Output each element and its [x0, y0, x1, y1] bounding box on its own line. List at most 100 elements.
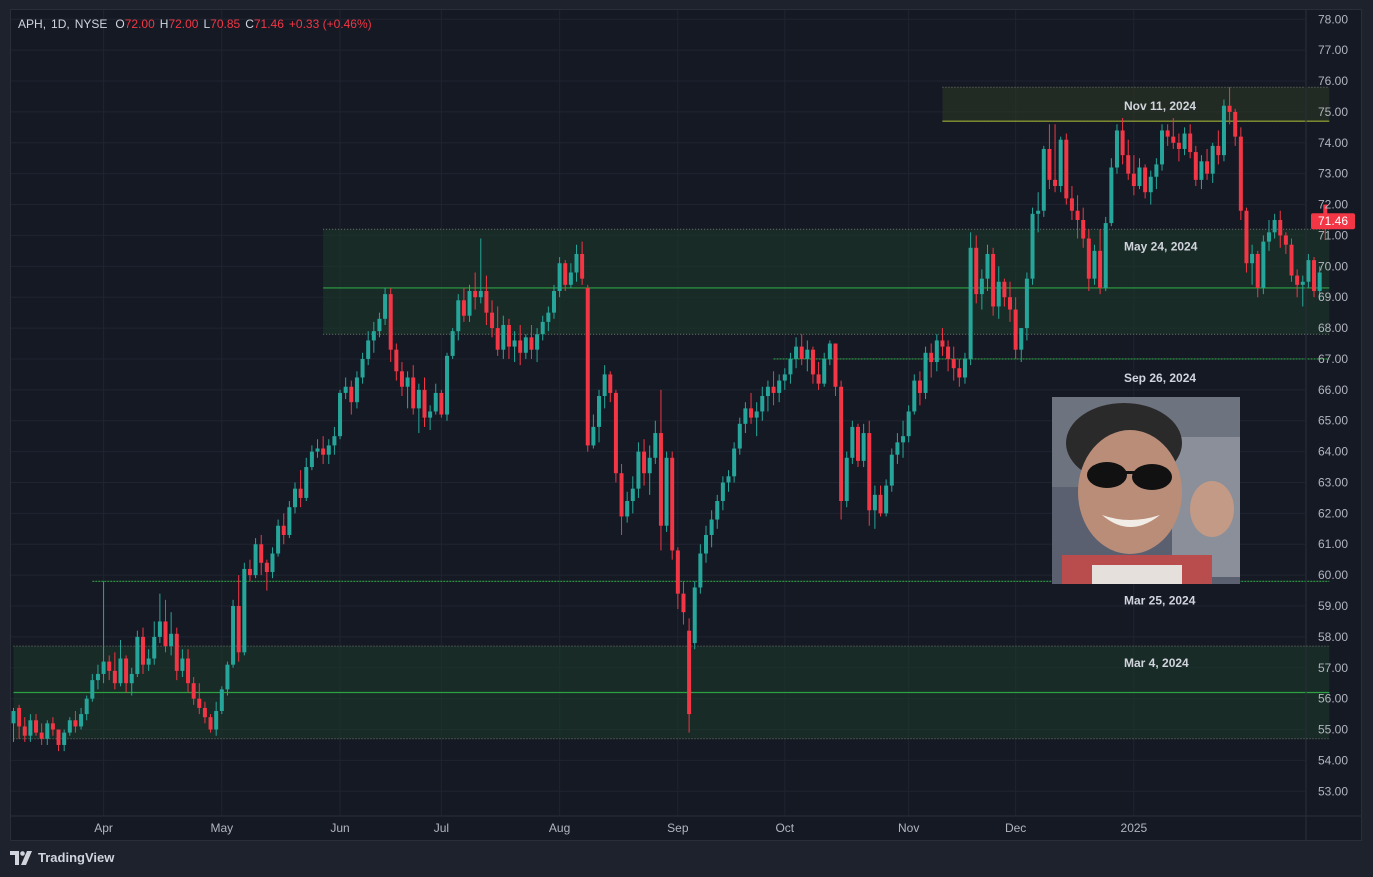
candle-body	[1255, 253, 1260, 288]
candle-body	[546, 312, 551, 322]
candle	[872, 485, 877, 529]
candle-body	[687, 630, 692, 715]
candle-body	[1103, 223, 1108, 288]
candle	[962, 352, 967, 384]
candle-body	[929, 352, 934, 363]
candle-body	[1126, 155, 1131, 174]
legend-open: 72.00	[124, 17, 155, 31]
candle-body	[152, 636, 157, 659]
candle-body	[726, 476, 731, 483]
candle-body	[777, 380, 782, 393]
candle-body	[236, 606, 241, 653]
candle-body	[56, 729, 61, 745]
candle	[597, 389, 602, 443]
candle-body	[1295, 275, 1300, 285]
candle-body	[259, 544, 264, 563]
candle-body	[315, 448, 320, 452]
candle-body	[1317, 272, 1322, 292]
candle-body	[856, 426, 860, 461]
candle-body	[1193, 152, 1198, 180]
candle-body	[225, 664, 230, 690]
candle-body	[1300, 281, 1305, 285]
candle	[585, 284, 590, 452]
candle-body	[281, 525, 286, 535]
candle	[354, 371, 359, 409]
candle-body	[135, 636, 140, 674]
candle-body	[962, 358, 967, 378]
candle-body	[39, 732, 44, 739]
candle-body	[1092, 250, 1097, 279]
candle-body	[996, 281, 1001, 307]
candle	[242, 562, 247, 656]
candle-body	[1120, 130, 1125, 156]
candle	[422, 377, 427, 427]
candle-body	[371, 331, 376, 341]
candle	[749, 392, 754, 424]
legend-interval: 1D	[51, 17, 67, 31]
candle-body	[1008, 297, 1013, 310]
candle	[799, 334, 804, 366]
candle-body	[732, 448, 737, 477]
candle-body	[827, 343, 832, 359]
candle-body	[912, 380, 917, 412]
candle-body	[1137, 167, 1142, 187]
y-tick-label: 77.00	[1318, 43, 1348, 57]
candle-body	[405, 377, 410, 387]
candle	[951, 346, 956, 381]
candle-body	[1098, 250, 1103, 288]
candle-body	[1227, 105, 1232, 112]
candle-body	[703, 534, 708, 554]
y-tick-label: 53.00	[1318, 784, 1348, 798]
candle	[450, 328, 455, 359]
candle	[878, 485, 883, 517]
x-tick-label: Aug	[549, 821, 570, 835]
candle-body	[157, 621, 162, 637]
candle-body	[95, 673, 100, 681]
candle	[45, 720, 50, 745]
candle	[428, 405, 433, 430]
candle	[1188, 124, 1193, 159]
candle	[1210, 142, 1215, 183]
candle-body	[585, 287, 590, 446]
candle-body	[771, 386, 776, 393]
legend-change: +0.33 (+0.46%)	[288, 17, 372, 31]
candle-body	[906, 411, 911, 437]
candle	[968, 232, 973, 366]
legend-low: 70.85	[210, 17, 241, 31]
candle-body	[293, 488, 297, 508]
candle-body	[140, 636, 145, 665]
candle	[839, 380, 844, 520]
candle	[56, 729, 61, 752]
candle-body	[1216, 145, 1221, 156]
y-tick-label: 71.00	[1318, 228, 1348, 242]
candle-body	[17, 707, 22, 727]
y-tick-label: 63.00	[1318, 475, 1348, 489]
candle-body	[1312, 260, 1317, 292]
candle-body	[1154, 164, 1159, 177]
candle	[366, 331, 371, 366]
candle-body	[309, 451, 314, 468]
candle-body	[191, 683, 196, 699]
candle	[1160, 124, 1165, 171]
candle	[445, 352, 450, 421]
level-label: Mar 25, 2024	[1124, 593, 1196, 607]
tradingview-logo[interactable]: TradingView	[10, 850, 114, 865]
candle-body	[574, 253, 579, 273]
candle-body	[540, 321, 545, 335]
candle-body	[551, 291, 556, 313]
candle	[946, 340, 951, 372]
candle-body	[557, 263, 562, 292]
candle-body	[473, 291, 478, 298]
candle-body	[174, 633, 179, 671]
candle	[1137, 158, 1142, 190]
candle-body	[264, 562, 269, 573]
candle	[844, 451, 849, 508]
candle-body	[1075, 210, 1080, 220]
candle	[889, 448, 894, 492]
candle	[715, 494, 720, 529]
candle-body	[422, 389, 427, 418]
candle	[856, 423, 860, 468]
candle	[743, 402, 748, 434]
candle	[411, 365, 416, 415]
last-price-label: 71.46	[1318, 214, 1348, 228]
